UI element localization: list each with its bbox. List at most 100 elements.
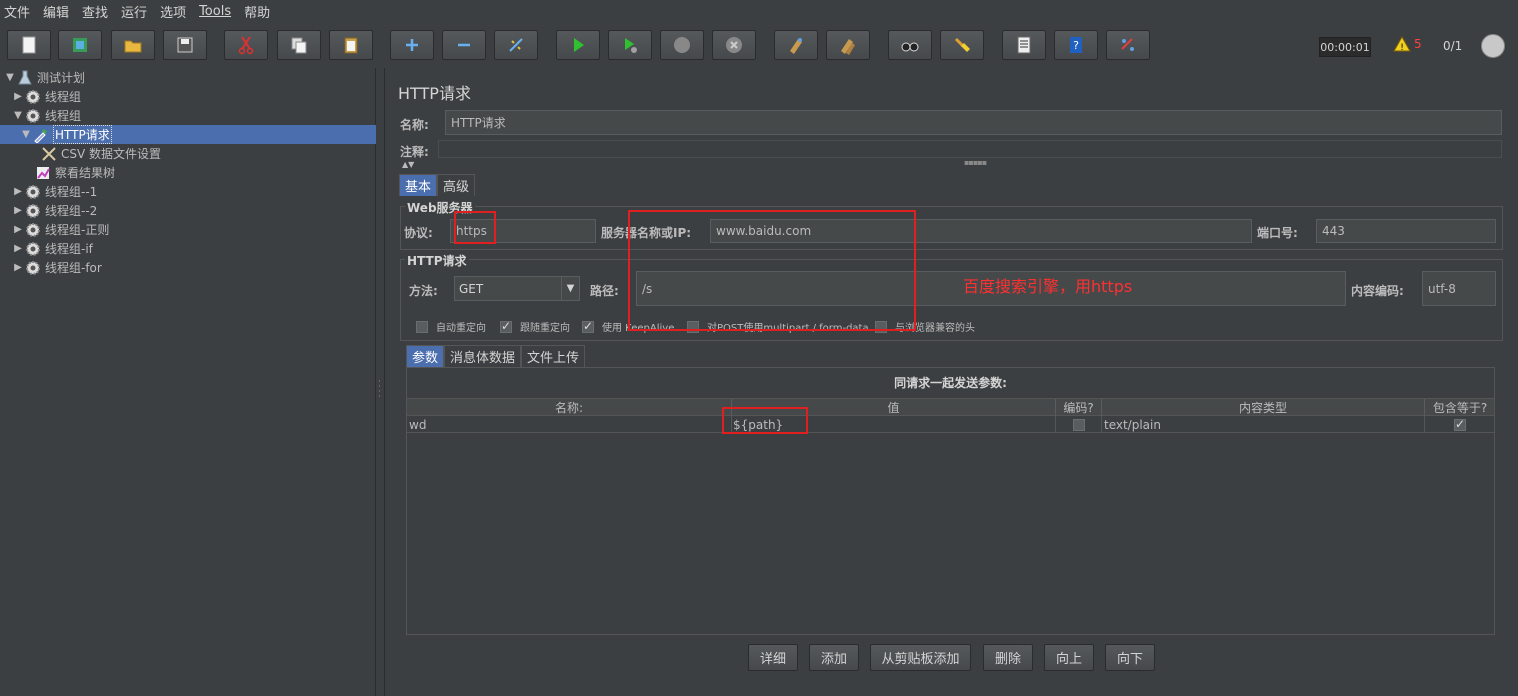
encode-checkbox[interactable] (1072, 418, 1085, 431)
menu-help[interactable]: 帮助 (244, 2, 270, 21)
split-pane-divider[interactable]: · · · · (376, 68, 385, 696)
column-header-encode[interactable]: 编码? (1056, 399, 1102, 416)
copy-button[interactable] (277, 30, 321, 60)
remote-button[interactable] (1106, 30, 1150, 60)
expand-arrow-icon[interactable]: ▼ (4, 72, 16, 83)
column-header-content-type[interactable]: 内容类型 (1102, 399, 1425, 416)
start-button[interactable] (556, 30, 600, 60)
settings-icon[interactable] (1481, 34, 1505, 58)
stop-button[interactable] (660, 30, 704, 60)
tree-item-csv-data-set[interactable]: CSV 数据文件设置 (0, 144, 376, 163)
detail-button[interactable]: 详细 (748, 644, 798, 671)
expand-arrow-icon[interactable]: ▶ (12, 186, 24, 197)
tree-item-label: CSV 数据文件设置 (61, 147, 162, 161)
collapse-button[interactable] (442, 30, 486, 60)
collapse-arrow-icon[interactable]: ▼ (20, 129, 32, 140)
method-value: GET (459, 281, 484, 296)
tree-item-thread-group[interactable]: ▶ 线程组--1 (0, 182, 376, 201)
annotation-box-protocol (454, 211, 496, 244)
clear-button[interactable] (774, 30, 818, 60)
split-divider[interactable]: ▲▼ ▪▪▪▪▪ (400, 158, 1503, 169)
delete-button[interactable]: 删除 (983, 644, 1033, 671)
path-label: 路径: (590, 284, 619, 298)
shutdown-button[interactable] (712, 30, 756, 60)
cell-include-equals[interactable] (1425, 416, 1495, 433)
add-from-clipboard-button[interactable]: 从剪贴板添加 (870, 644, 971, 671)
menu-tools[interactable]: Tools (199, 4, 231, 19)
tree-item-view-results-tree[interactable]: 察看结果树 (0, 163, 376, 182)
move-down-button[interactable]: 向下 (1105, 644, 1155, 671)
protocol-label: 协议: (404, 226, 433, 240)
tab-file-upload[interactable]: 文件上传 (521, 345, 586, 367)
expand-arrow-icon[interactable]: ▶ (12, 224, 24, 235)
collapse-icon (458, 43, 470, 47)
expand-arrow-icon[interactable]: ▶ (12, 205, 24, 216)
tab-body-data[interactable]: 消息体数据 (444, 345, 522, 367)
comment-field[interactable] (438, 140, 1502, 158)
tab-parameters[interactable]: 参数 (406, 345, 445, 367)
cell-name[interactable]: wd (407, 416, 732, 433)
auto-redirect-checkbox[interactable]: 自动重定向 (416, 319, 486, 334)
reset-search-button[interactable] (940, 30, 984, 60)
expand-arrow-icon[interactable]: ▶ (12, 243, 24, 254)
menu-edit[interactable]: 编辑 (43, 2, 69, 21)
tree-item-label: 线程组-正则 (45, 223, 110, 237)
paste-button[interactable] (329, 30, 373, 60)
menu-run[interactable]: 运行 (121, 2, 147, 21)
expand-arrow-icon[interactable]: ▶ (12, 262, 24, 273)
help-button[interactable]: ? (1054, 30, 1098, 60)
templates-button[interactable] (58, 30, 102, 60)
method-select[interactable]: GET ▼ (454, 276, 580, 301)
tree-item-thread-group[interactable]: ▶ 线程组 (0, 87, 376, 106)
paste-icon (344, 37, 358, 54)
toggle-button[interactable] (494, 30, 538, 60)
collapse-arrow-icon[interactable]: ▲▼ (402, 160, 414, 169)
encoding-field[interactable]: utf-8 (1422, 271, 1496, 306)
collapse-arrow-icon[interactable]: ▼ (12, 110, 24, 121)
search-button[interactable] (888, 30, 932, 60)
tree-item-label: 线程组--1 (45, 185, 98, 199)
menu-options[interactable]: 选项 (160, 2, 186, 21)
new-button[interactable] (7, 30, 51, 60)
tree-item-thread-group[interactable]: ▶ 线程组-if (0, 239, 376, 258)
tree-item-thread-group[interactable]: ▼ 线程组 (0, 106, 376, 125)
clear-all-button[interactable] (826, 30, 870, 60)
menu-file[interactable]: 文件 (4, 2, 30, 21)
include-equals-checkbox[interactable] (1454, 417, 1466, 431)
start-no-pause-button[interactable] (608, 30, 652, 60)
tab-basic[interactable]: 基本 (399, 174, 438, 196)
name-label: 名称: (400, 118, 429, 132)
comment-label: 注释: (400, 145, 429, 159)
follow-redirect-checkbox[interactable]: 跟随重定向 (500, 319, 570, 334)
name-field[interactable]: HTTP请求 (445, 110, 1502, 135)
open-button[interactable] (111, 30, 155, 60)
column-header-include-equals[interactable]: 包含等于? (1425, 399, 1495, 416)
tree-item-thread-group[interactable]: ▶ 线程组-正则 (0, 220, 376, 239)
checkbox-box[interactable] (416, 320, 428, 333)
checkbox-box[interactable] (582, 319, 594, 333)
port-field[interactable]: 443 (1316, 219, 1496, 243)
function-helper-button[interactable] (1002, 30, 1046, 60)
gear-icon (24, 241, 42, 257)
grip-icon: · · · · (378, 377, 381, 402)
expand-arrow-icon[interactable]: ▶ (12, 91, 24, 102)
tree-item-label: 线程组--2 (45, 204, 98, 218)
chevron-down-icon[interactable]: ▼ (561, 277, 579, 300)
table-row[interactable]: wd ${path} text/plain (407, 416, 1494, 433)
save-button[interactable] (163, 30, 207, 60)
move-up-button[interactable]: 向上 (1044, 644, 1094, 671)
menu-search[interactable]: 查找 (82, 2, 108, 21)
tree-item-http-request[interactable]: ▼ HTTP请求 (0, 125, 376, 144)
cell-content-type[interactable]: text/plain (1102, 416, 1425, 433)
checkbox-box[interactable] (500, 319, 512, 333)
tree-item-thread-group[interactable]: ▶ 线程组--2 (0, 201, 376, 220)
cell-encode[interactable] (1056, 416, 1102, 433)
add-button[interactable]: 添加 (809, 644, 859, 671)
expand-button[interactable] (390, 30, 434, 60)
tree-item-test-plan[interactable]: ▼ 测试计划 (0, 68, 376, 87)
column-header-name[interactable]: 名称: (407, 399, 732, 416)
tree-item-thread-group[interactable]: ▶ 线程组-for (0, 258, 376, 277)
cut-button[interactable] (224, 30, 268, 60)
tab-advanced[interactable]: 高级 (437, 174, 476, 196)
warning-indicator[interactable]: ! 5 (1393, 36, 1422, 52)
